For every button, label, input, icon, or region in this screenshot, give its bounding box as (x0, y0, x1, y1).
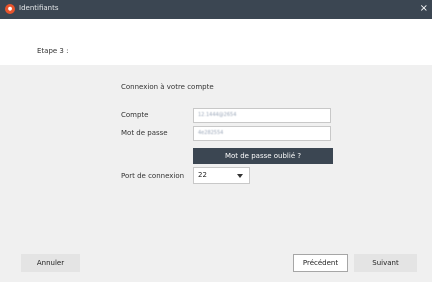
previous-button[interactable]: Précédent (293, 254, 348, 272)
account-field[interactable]: 12.1444@2654 (193, 108, 331, 123)
account-label: Compte (121, 111, 149, 119)
window-title: Identifiants (19, 4, 59, 12)
app-logo-icon: ● (5, 4, 15, 14)
header-band (0, 19, 432, 65)
port-value: 22 (198, 171, 207, 179)
cancel-button[interactable]: Annuler (21, 254, 80, 272)
chevron-down-icon (237, 174, 243, 178)
step-label: Etape 3 : (37, 47, 69, 55)
next-button[interactable]: Suivant (354, 254, 417, 272)
window-titlebar: ● Identifiants × (0, 0, 432, 19)
port-select[interactable]: 22 (193, 167, 250, 184)
password-field[interactable]: 4e282554 (193, 126, 331, 141)
account-value: 12.1444@2654 (198, 112, 237, 118)
forgot-password-button[interactable]: Mot de passe oublié ? (193, 148, 333, 164)
password-value: 4e282554 (198, 130, 224, 136)
section-title: Connexion à votre compte (121, 83, 214, 91)
port-label: Port de connexion (121, 172, 185, 180)
close-icon[interactable]: × (420, 2, 428, 16)
password-label: Mot de passe (121, 129, 168, 137)
